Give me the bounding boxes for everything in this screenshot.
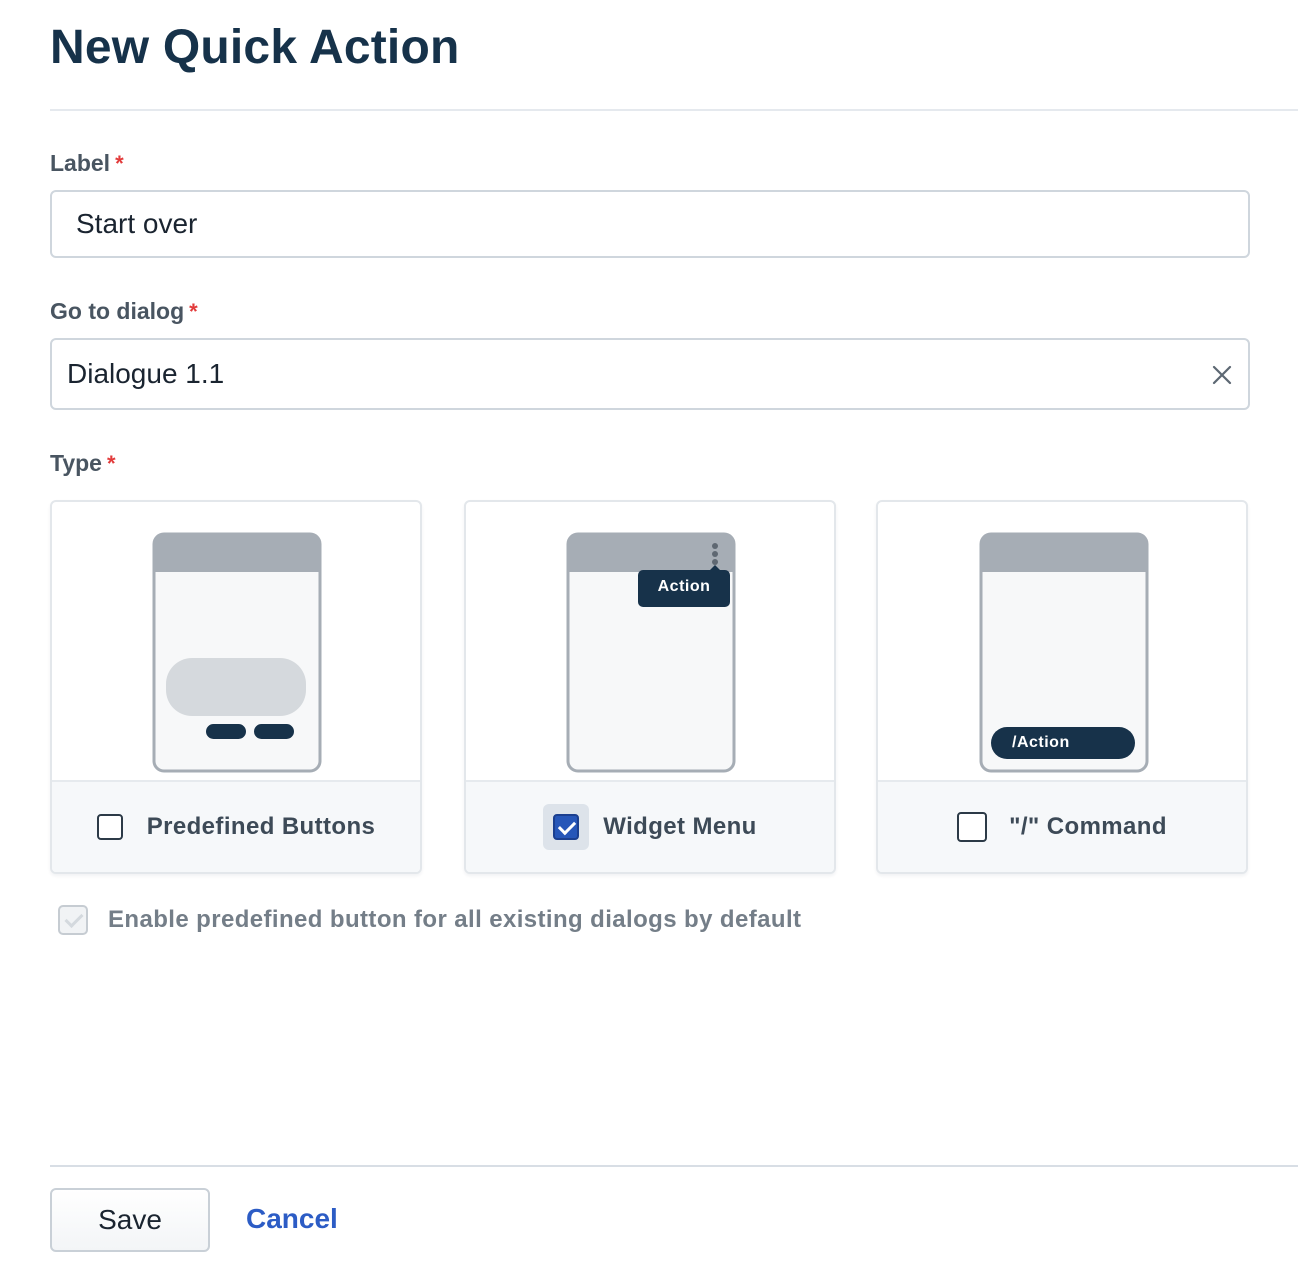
enable-default-checkbox[interactable] [58,905,88,935]
option-label: "/" Command [1009,813,1167,840]
footer-divider [50,1165,1298,1167]
dialog-field-text: Go to dialog [50,298,185,324]
card-footer: Widget Menu [466,780,834,872]
header-divider [50,109,1298,111]
type-option-slash-command[interactable]: /Action "/" Command [876,500,1248,874]
required-marker: * [189,299,198,324]
page-title: New Quick Action [50,21,460,74]
predefined-buttons-checkbox[interactable] [96,814,123,840]
checkbox-focus-ring [543,804,590,850]
dialog-field-label: Go to dialog * [50,298,198,325]
label-input[interactable] [50,190,1250,258]
slash-command-checkbox[interactable] [957,812,988,842]
widget-menu-preview-tag: Action [657,578,711,595]
default-option-row: Enable predefined button for all existin… [58,905,801,935]
predefined-buttons-preview-illustration [152,532,322,773]
option-label: Predefined Buttons [146,813,376,840]
card-footer: Predefined Buttons [52,780,420,872]
close-icon[interactable] [1210,363,1234,387]
dialog-select-value: Dialogue 1.1 [67,358,225,389]
required-marker: * [115,151,124,176]
widget-menu-checkbox[interactable] [553,814,580,840]
label-field-label: Label * [50,150,124,177]
type-option-widget-menu[interactable]: Action Widget Menu [464,500,836,874]
widget-menu-preview-illustration [566,532,736,773]
card-footer: "/" Command [878,780,1246,872]
option-label: Widget Menu [603,813,757,840]
save-button[interactable]: Save [50,1188,210,1252]
cancel-link[interactable]: Cancel [246,1203,338,1235]
type-field-text: Type [50,450,102,476]
type-field-label: Type * [50,450,116,477]
slash-command-preview-tag: /Action [1012,734,1070,751]
type-option-predefined-buttons[interactable]: Predefined Buttons [50,500,422,874]
label-field-text: Label [50,150,111,176]
enable-default-label: Enable predefined button for all existin… [108,906,802,933]
required-marker: * [106,451,116,476]
dialog-select[interactable]: Dialogue 1.1 [50,338,1250,410]
